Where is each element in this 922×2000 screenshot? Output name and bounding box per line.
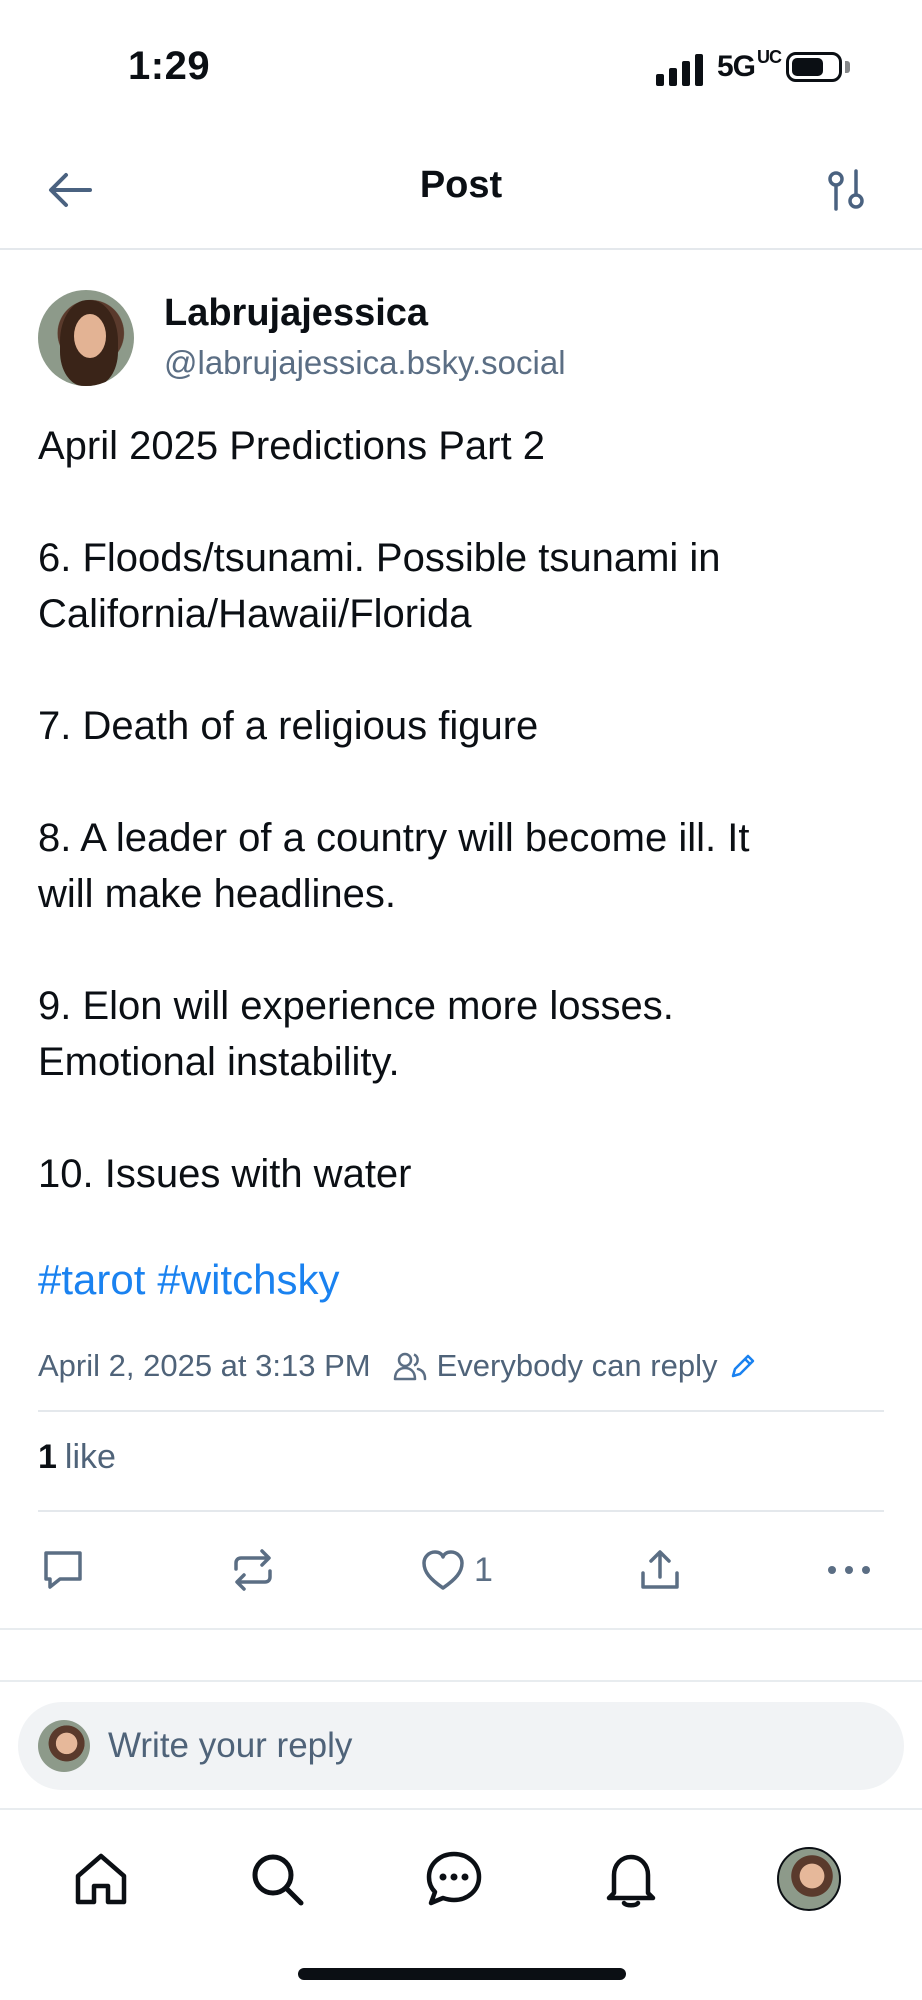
more-dots-icon bbox=[828, 1566, 870, 1574]
author-avatar[interactable] bbox=[38, 290, 134, 386]
network-indicator: 5G UC bbox=[717, 47, 782, 83]
like-count: 1 bbox=[474, 1550, 493, 1589]
tab-notifications[interactable] bbox=[596, 1844, 666, 1914]
people-icon bbox=[393, 1351, 427, 1381]
author-handle[interactable]: @labrujajessica.bsky.social bbox=[164, 344, 566, 382]
likes-summary[interactable]: 1 like bbox=[38, 1438, 116, 1477]
hashtags: #tarot #witchsky bbox=[38, 1256, 351, 1304]
hashtag-link-witchsky[interactable]: #witchsky bbox=[157, 1256, 339, 1303]
section-divider bbox=[0, 1628, 922, 1630]
divider bbox=[38, 1510, 884, 1512]
like-button[interactable]: 1 bbox=[420, 1538, 493, 1602]
thread-settings-button[interactable] bbox=[818, 160, 874, 220]
status-bar: 1:29 5G UC bbox=[0, 0, 922, 130]
likes-count: 1 bbox=[38, 1438, 57, 1476]
chat-icon bbox=[426, 1851, 482, 1906]
header-bar: Post bbox=[0, 130, 922, 250]
post-line: will make headlines. bbox=[38, 872, 396, 916]
share-icon bbox=[641, 1550, 679, 1589]
speech-bubble-icon bbox=[44, 1551, 82, 1589]
post-line: 6. Floods/tsunami. Possible tsunami in bbox=[38, 536, 721, 580]
post-actions: 1 bbox=[0, 1530, 922, 1610]
profile-avatar bbox=[777, 1847, 841, 1911]
share-button[interactable] bbox=[637, 1538, 683, 1602]
user-avatar bbox=[38, 1720, 90, 1772]
post-meta: April 2, 2025 at 3:13 PM Everybody can r… bbox=[38, 1344, 757, 1388]
post-text: April 2025 Predictions Part 2 6. Floods/… bbox=[38, 418, 888, 1202]
tab-profile[interactable] bbox=[774, 1844, 844, 1914]
home-icon bbox=[75, 1853, 127, 1905]
section-divider bbox=[0, 1680, 922, 1682]
tab-home[interactable] bbox=[66, 1844, 136, 1914]
divider bbox=[38, 1410, 884, 1412]
likes-label: like bbox=[64, 1438, 116, 1476]
page-title: Post bbox=[419, 164, 503, 206]
post-line: 7. Death of a religious figure bbox=[38, 704, 539, 748]
post-line: 9. Elon will experience more losses. bbox=[38, 984, 674, 1028]
heart-icon bbox=[422, 1550, 464, 1590]
post-line: 10. Issues with water bbox=[38, 1152, 412, 1196]
bottom-tab-bar bbox=[0, 1808, 922, 1938]
tab-search[interactable] bbox=[242, 1844, 312, 1914]
reply-setting-link[interactable]: Everybody can reply bbox=[437, 1348, 718, 1384]
tab-chat[interactable] bbox=[419, 1844, 489, 1914]
reply-composer[interactable] bbox=[18, 1702, 904, 1790]
status-time: 1:29 bbox=[128, 44, 211, 88]
post-timestamp: April 2, 2025 at 3:13 PM bbox=[38, 1348, 371, 1383]
reply-input[interactable] bbox=[108, 1726, 868, 1766]
signal-icon bbox=[656, 52, 704, 86]
hashtag-link-tarot[interactable]: #tarot bbox=[38, 1256, 145, 1303]
search-icon bbox=[252, 1854, 304, 1906]
post-line: 8. A leader of a country will become ill… bbox=[38, 816, 750, 860]
sliders-icon bbox=[828, 169, 864, 211]
pencil-icon[interactable] bbox=[729, 1352, 757, 1380]
battery-icon bbox=[786, 52, 842, 82]
post-line: April 2025 Predictions Part 2 bbox=[38, 424, 545, 468]
author-display-name[interactable]: Labrujajessica bbox=[164, 292, 428, 335]
repost-icon bbox=[234, 1549, 272, 1591]
post-line: Emotional instability. bbox=[38, 1040, 400, 1084]
battery-nub bbox=[845, 61, 850, 73]
reply-button[interactable] bbox=[40, 1538, 86, 1602]
home-indicator bbox=[298, 1968, 626, 1980]
repost-button[interactable] bbox=[230, 1538, 276, 1602]
more-options-button[interactable] bbox=[826, 1538, 872, 1602]
bell-icon bbox=[606, 1854, 656, 1908]
post-line: California/Hawaii/Florida bbox=[38, 592, 472, 636]
